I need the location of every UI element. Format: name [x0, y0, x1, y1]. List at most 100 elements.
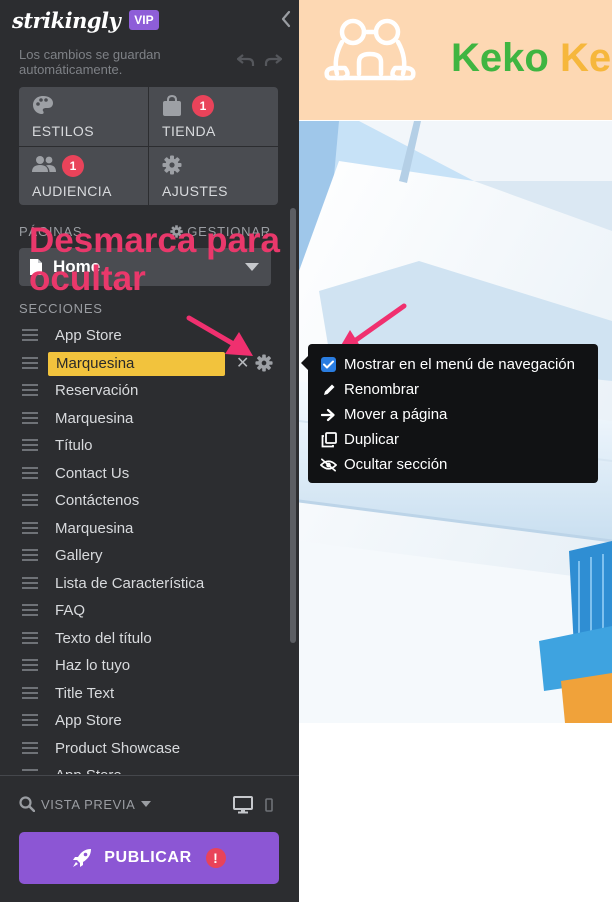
preview-label: VISTA PREVIA: [41, 796, 136, 812]
site-header: Keko Ke: [299, 0, 612, 120]
drag-handle-icon[interactable]: [22, 494, 38, 506]
section-label: Contact Us: [55, 464, 130, 482]
section-label: Texto del título: [55, 629, 152, 647]
drag-handle-icon[interactable]: [22, 769, 38, 774]
editor-sidebar: strikingly VIP Los cambios se guardan au…: [0, 0, 299, 902]
tile-label: AJUSTES: [162, 182, 228, 199]
section-item[interactable]: App Store: [0, 707, 288, 734]
site-title-part-2: Ke: [559, 36, 612, 80]
drag-handle-icon[interactable]: [22, 411, 38, 424]
audiencia-badge: 1: [62, 154, 84, 177]
tile-label: TIENDA: [162, 123, 216, 139]
menu-hide-section[interactable]: Ocultar sección: [308, 452, 598, 477]
section-label: Haz lo tuyo: [55, 657, 131, 674]
section-settings-button[interactable]: [255, 353, 273, 372]
menu-rename[interactable]: Renombrar: [308, 377, 598, 402]
site-title-part-1: Keko: [451, 36, 549, 80]
drag-handle-icon[interactable]: [22, 631, 38, 644]
section-label: App Store: [55, 712, 122, 729]
desktop-view-button[interactable]: [233, 796, 253, 814]
section-label: App Store: [55, 327, 122, 344]
section-label: Reservación: [55, 382, 139, 399]
menu-show-in-nav[interactable]: Mostrar en el menú de navegación: [308, 352, 598, 377]
tile-estilos[interactable]: ESTILOS: [19, 87, 148, 146]
drag-handle-icon[interactable]: [22, 521, 38, 534]
tile-ajustes[interactable]: AJUSTES: [149, 146, 278, 205]
autosave-note: Los cambios se guardan automáticamente.: [19, 47, 161, 77]
brand: strikingly VIP: [12, 6, 159, 34]
delete-section-button[interactable]: ✕: [236, 353, 249, 373]
section-label: Title Text: [55, 684, 115, 702]
section-item[interactable]: App Store: [0, 762, 288, 774]
palette-icon: [32, 95, 54, 115]
publish-button[interactable]: PUBLICAR !: [19, 832, 279, 884]
section-item[interactable]: Contact Us: [0, 460, 288, 487]
tile-label: ESTILOS: [32, 123, 94, 139]
section-item[interactable]: Gallery: [0, 542, 288, 569]
section-label: Título: [55, 437, 93, 454]
drag-handle-icon[interactable]: [22, 439, 38, 451]
drag-handle-icon[interactable]: [22, 714, 38, 726]
section-item[interactable]: App Store: [0, 322, 288, 349]
section-label[interactable]: Marquesina: [48, 351, 225, 376]
section-item[interactable]: Title Text: [0, 680, 288, 707]
redo-button[interactable]: [264, 53, 282, 67]
drag-handle-icon[interactable]: [22, 686, 38, 699]
undo-icon: [237, 54, 255, 66]
pencil-icon: [320, 381, 337, 398]
brand-logo: strikingly: [12, 7, 121, 33]
eye-slash-icon: [320, 456, 337, 473]
section-item[interactable]: Texto del título: [0, 625, 288, 652]
undo-redo-group: [237, 53, 282, 67]
drag-handle-icon[interactable]: [22, 329, 38, 341]
drag-handle-icon[interactable]: [22, 604, 38, 616]
menu-move-to-page[interactable]: Mover a página: [308, 402, 598, 427]
menu-item-label: Mostrar en el menú de navegación: [344, 356, 575, 373]
publish-alert-icon: !: [205, 848, 226, 868]
undo-button[interactable]: [237, 53, 255, 67]
mobile-view-button[interactable]: [265, 798, 273, 812]
section-item[interactable]: Reservación: [0, 377, 288, 404]
vip-badge: VIP: [129, 10, 159, 30]
mobile-icon: [265, 798, 273, 812]
section-item[interactable]: Marquesina ✕: [0, 350, 288, 377]
sections-heading: SECCIONES: [19, 301, 103, 316]
drag-handle-icon[interactable]: [22, 384, 38, 396]
menu-item-label: Mover a página: [344, 406, 448, 423]
section-item[interactable]: FAQ: [0, 597, 288, 624]
drag-handle-icon[interactable]: [22, 549, 38, 561]
drag-handle-icon[interactable]: [22, 356, 38, 369]
section-item[interactable]: Marquesina: [0, 515, 288, 542]
callout-line-1: Desmarca para: [29, 221, 280, 260]
section-item[interactable]: Contáctenos: [0, 487, 288, 514]
drag-handle-icon[interactable]: [22, 576, 38, 589]
tienda-badge: 1: [192, 95, 214, 117]
menu-duplicate[interactable]: Duplicar: [308, 427, 598, 452]
frog-logo-icon: [323, 18, 429, 84]
section-item[interactable]: Haz lo tuyo: [0, 652, 288, 679]
gear-icon: [162, 155, 182, 175]
rocket-icon: [72, 848, 92, 868]
publish-label: PUBLICAR: [104, 849, 192, 866]
section-item[interactable]: Marquesina: [0, 405, 288, 432]
drag-handle-icon[interactable]: [22, 741, 38, 754]
section-item[interactable]: Lista de Característica: [0, 570, 288, 597]
section-label: Marquesina: [55, 519, 134, 537]
chevron-left-icon: [281, 10, 291, 28]
arrow-right-icon: [320, 406, 337, 423]
collapse-sidebar-button[interactable]: [279, 10, 293, 28]
callout-line-2: ocultar: [29, 259, 146, 298]
section-label: App Store: [55, 767, 122, 774]
preview-button[interactable]: VISTA PREVIA: [19, 796, 152, 812]
section-label: Gallery: [55, 547, 103, 564]
desktop-icon: [233, 796, 253, 814]
editor-tiles: ESTILOS 1 TIENDA 1 AUDIENCIA AJUSTES: [19, 87, 278, 205]
sidebar-scrollbar[interactable]: [290, 208, 296, 643]
checkbox-checked-icon[interactable]: [320, 356, 337, 373]
drag-handle-icon[interactable]: [22, 659, 38, 671]
tile-tienda[interactable]: 1 TIENDA: [149, 87, 278, 146]
drag-handle-icon[interactable]: [22, 466, 38, 479]
tile-audiencia[interactable]: 1 AUDIENCIA: [19, 146, 148, 205]
section-item[interactable]: Product Showcase: [0, 735, 288, 762]
section-item[interactable]: Título: [0, 432, 288, 459]
